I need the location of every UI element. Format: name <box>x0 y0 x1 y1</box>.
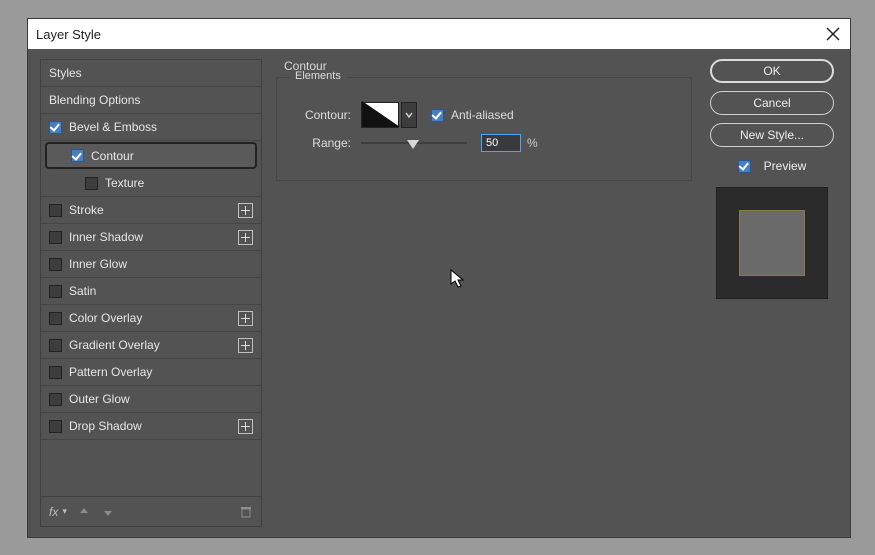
new-style-button[interactable]: New Style... <box>710 123 834 147</box>
move-down-button[interactable] <box>101 505 115 519</box>
style-label: Pattern Overlay <box>69 365 152 379</box>
style-drop-shadow[interactable]: Drop Shadow <box>41 413 261 440</box>
titlebar: Layer Style <box>28 19 850 49</box>
style-inner-shadow[interactable]: Inner Shadow <box>41 224 261 251</box>
fx-menu[interactable]: fx <box>49 505 58 519</box>
styles-header[interactable]: Styles <box>41 60 261 87</box>
dialog-title: Layer Style <box>36 27 101 42</box>
checkbox-drop-shadow[interactable] <box>49 420 62 433</box>
antialiased-label: Anti-aliased <box>451 108 514 122</box>
style-outer-glow[interactable]: Outer Glow <box>41 386 261 413</box>
styles-header-label: Styles <box>49 66 82 80</box>
style-satin[interactable]: Satin <box>41 278 261 305</box>
trash-icon <box>239 505 253 519</box>
style-color-overlay[interactable]: Color Overlay <box>41 305 261 332</box>
style-pattern-overlay[interactable]: Pattern Overlay <box>41 359 261 386</box>
style-label: Inner Glow <box>69 257 127 271</box>
style-label: Drop Shadow <box>69 419 142 433</box>
checkbox-stroke[interactable] <box>49 204 62 217</box>
contour-picker[interactable] <box>361 102 399 128</box>
style-bevel-emboss[interactable]: Bevel & Emboss <box>41 114 261 141</box>
checkbox-texture[interactable] <box>85 177 98 190</box>
style-texture[interactable]: Texture <box>41 170 261 197</box>
range-label: Range: <box>293 136 351 150</box>
close-icon <box>826 27 840 41</box>
chevron-down-icon <box>405 111 413 119</box>
checkbox-satin[interactable] <box>49 285 62 298</box>
preview-toggle-row: Preview <box>738 159 807 173</box>
delete-button[interactable] <box>239 505 253 519</box>
style-label: Texture <box>105 176 144 190</box>
checkbox-gradient-overlay[interactable] <box>49 339 62 352</box>
ok-button[interactable]: OK <box>710 59 834 83</box>
checkbox-bevel-emboss[interactable] <box>49 121 62 134</box>
layer-style-dialog: Layer Style Styles Blending Options Beve… <box>27 18 851 538</box>
range-row: Range: % <box>293 134 675 152</box>
style-inner-glow[interactable]: Inner Glow <box>41 251 261 278</box>
style-label: Contour <box>91 149 134 163</box>
blending-options-label: Blending Options <box>49 93 140 107</box>
contour-row: Contour: Anti-aliased <box>293 102 675 128</box>
style-label: Inner Shadow <box>69 230 143 244</box>
slider-thumb[interactable] <box>407 140 419 149</box>
add-inner-shadow-icon[interactable] <box>238 230 253 245</box>
style-label: Outer Glow <box>69 392 130 406</box>
range-slider[interactable] <box>361 136 467 150</box>
preview-label: Preview <box>764 159 807 173</box>
contour-dropdown[interactable] <box>401 102 417 128</box>
style-label: Gradient Overlay <box>69 338 160 352</box>
arrow-up-icon <box>77 505 91 519</box>
checkbox-inner-shadow[interactable] <box>49 231 62 244</box>
elements-fieldset: Elements Contour: Anti-aliased Range: <box>276 77 692 181</box>
add-stroke-icon[interactable] <box>238 203 253 218</box>
styles-column: Styles Blending Options Bevel & Emboss C… <box>40 59 262 527</box>
settings-column: Contour Elements Contour: Anti-aliased R… <box>276 59 692 527</box>
style-label: Bevel & Emboss <box>69 120 157 134</box>
actions-column: OK Cancel New Style... Preview <box>706 59 838 527</box>
checkbox-inner-glow[interactable] <box>49 258 62 271</box>
close-button[interactable] <box>822 23 844 45</box>
blending-options[interactable]: Blending Options <box>41 87 261 114</box>
checkbox-preview[interactable] <box>738 160 751 173</box>
checkbox-outer-glow[interactable] <box>49 393 62 406</box>
cancel-button[interactable]: Cancel <box>710 91 834 115</box>
add-color-overlay-icon[interactable] <box>238 311 253 326</box>
style-stroke[interactable]: Stroke <box>41 197 261 224</box>
cursor-icon <box>450 269 466 289</box>
fieldset-legend: Elements <box>289 70 347 82</box>
contour-label: Contour: <box>293 108 351 122</box>
style-label: Stroke <box>69 203 104 217</box>
checkbox-color-overlay[interactable] <box>49 312 62 325</box>
style-label: Color Overlay <box>69 311 142 325</box>
style-label: Satin <box>69 284 96 298</box>
styles-footer: fx ▾ <box>40 497 262 527</box>
dialog-body: Styles Blending Options Bevel & Emboss C… <box>28 49 850 537</box>
preview-swatch <box>739 210 805 276</box>
range-unit: % <box>527 136 538 150</box>
arrow-down-icon <box>101 505 115 519</box>
styles-list: Styles Blending Options Bevel & Emboss C… <box>40 59 262 497</box>
checkbox-antialiased[interactable] <box>431 109 444 122</box>
checkbox-contour[interactable] <box>71 149 84 162</box>
add-gradient-overlay-icon[interactable] <box>238 338 253 353</box>
style-contour[interactable]: Contour <box>45 142 257 169</box>
preview-box <box>716 187 828 299</box>
range-input[interactable] <box>481 134 521 152</box>
checkbox-pattern-overlay[interactable] <box>49 366 62 379</box>
add-drop-shadow-icon[interactable] <box>238 419 253 434</box>
style-gradient-overlay[interactable]: Gradient Overlay <box>41 332 261 359</box>
styles-spacer <box>41 440 261 496</box>
fx-dropdown-icon: ▾ <box>62 506 67 517</box>
move-up-button[interactable] <box>77 505 91 519</box>
